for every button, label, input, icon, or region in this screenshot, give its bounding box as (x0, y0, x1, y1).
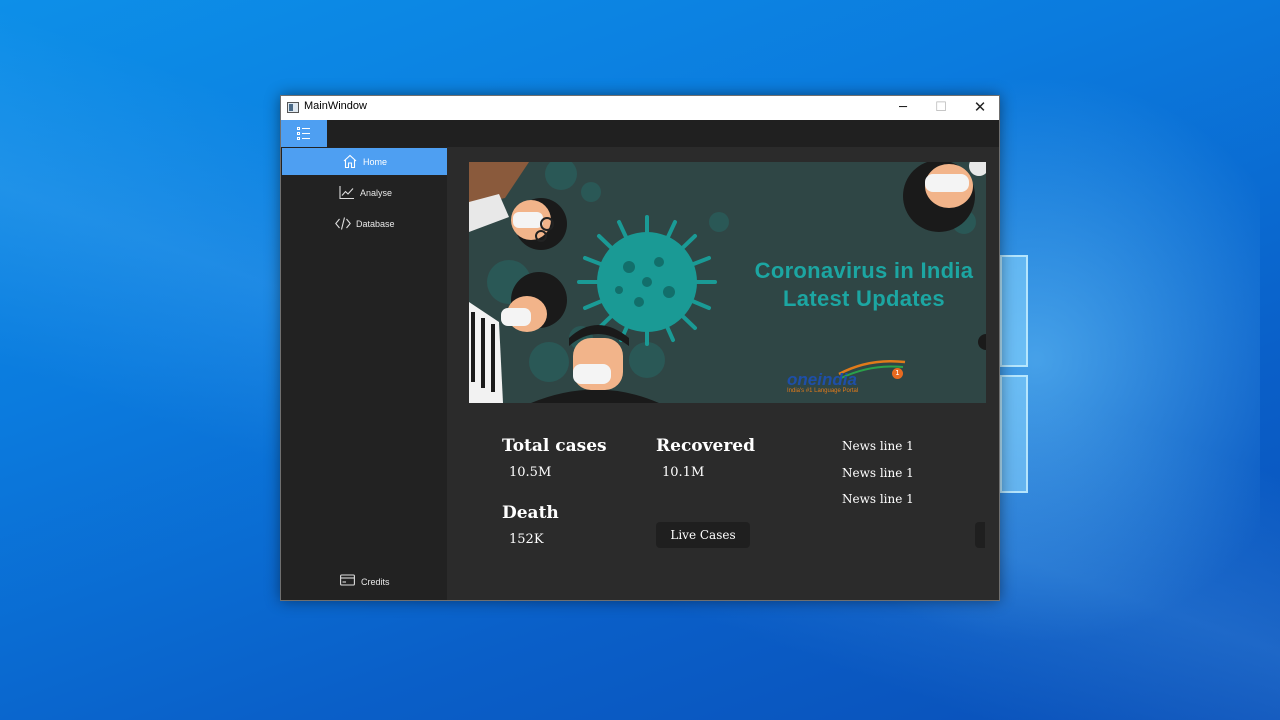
close-button[interactable]: ✕ (961, 96, 999, 120)
news-line: News line 1 (842, 439, 914, 453)
live-cases-button[interactable]: Live Cases (656, 522, 750, 548)
sidebar-item-label: Database (356, 219, 395, 229)
brand-logo-text: oneindia (787, 370, 857, 389)
chart-line-icon (339, 186, 354, 200)
sidebar-item-home[interactable]: Home (282, 148, 447, 175)
partial-button[interactable] (975, 522, 985, 548)
brand-badge: 1 (892, 368, 903, 379)
maximize-button[interactable]: ☐ (922, 96, 960, 120)
recovered-value: 10.1M (662, 465, 705, 480)
banner-image: Coronavirus in India Latest Updates onei… (469, 162, 986, 403)
total-cases-value: 10.5M (509, 465, 552, 480)
death-label: Death (502, 503, 559, 523)
card-icon (340, 574, 355, 586)
banner-subtitle: Latest Updates (783, 286, 945, 311)
window-title: MainWindow (304, 100, 367, 112)
death-value: 152K (509, 532, 544, 547)
menu-toggle-button[interactable] (281, 120, 327, 147)
app-icon (287, 102, 299, 113)
title-bar[interactable]: MainWindow ─ ☐ ✕ (281, 96, 999, 120)
main-window: MainWindow ─ ☐ ✕ Home Analyse Database C… (280, 95, 1000, 601)
sidebar: Home Analyse Database Credits (281, 147, 447, 600)
top-bar (281, 120, 999, 147)
news-line: News line 1 (842, 466, 914, 480)
sidebar-item-label: Home (363, 157, 388, 167)
news-line: News line 1 (842, 492, 914, 506)
sidebar-item-credits[interactable]: Credits (336, 573, 436, 589)
total-cases-label: Total cases (502, 436, 607, 456)
sidebar-item-analyse[interactable]: Analyse (282, 179, 447, 206)
home-content: Coronavirus in India Latest Updates onei… (447, 147, 999, 600)
minimize-button[interactable]: ─ (884, 96, 922, 120)
sidebar-item-database[interactable]: Database (282, 210, 447, 237)
list-icon (297, 127, 310, 140)
home-icon (343, 154, 357, 169)
sidebar-item-label: Analyse (360, 188, 393, 198)
recovered-label: Recovered (656, 436, 755, 456)
brand-tagline: India's #1 Language Portal (787, 388, 859, 394)
banner-title: Coronavirus in India (754, 258, 974, 283)
sidebar-item-label: Credits (361, 577, 390, 587)
windows-logo (1000, 255, 1028, 493)
code-icon (335, 217, 351, 230)
